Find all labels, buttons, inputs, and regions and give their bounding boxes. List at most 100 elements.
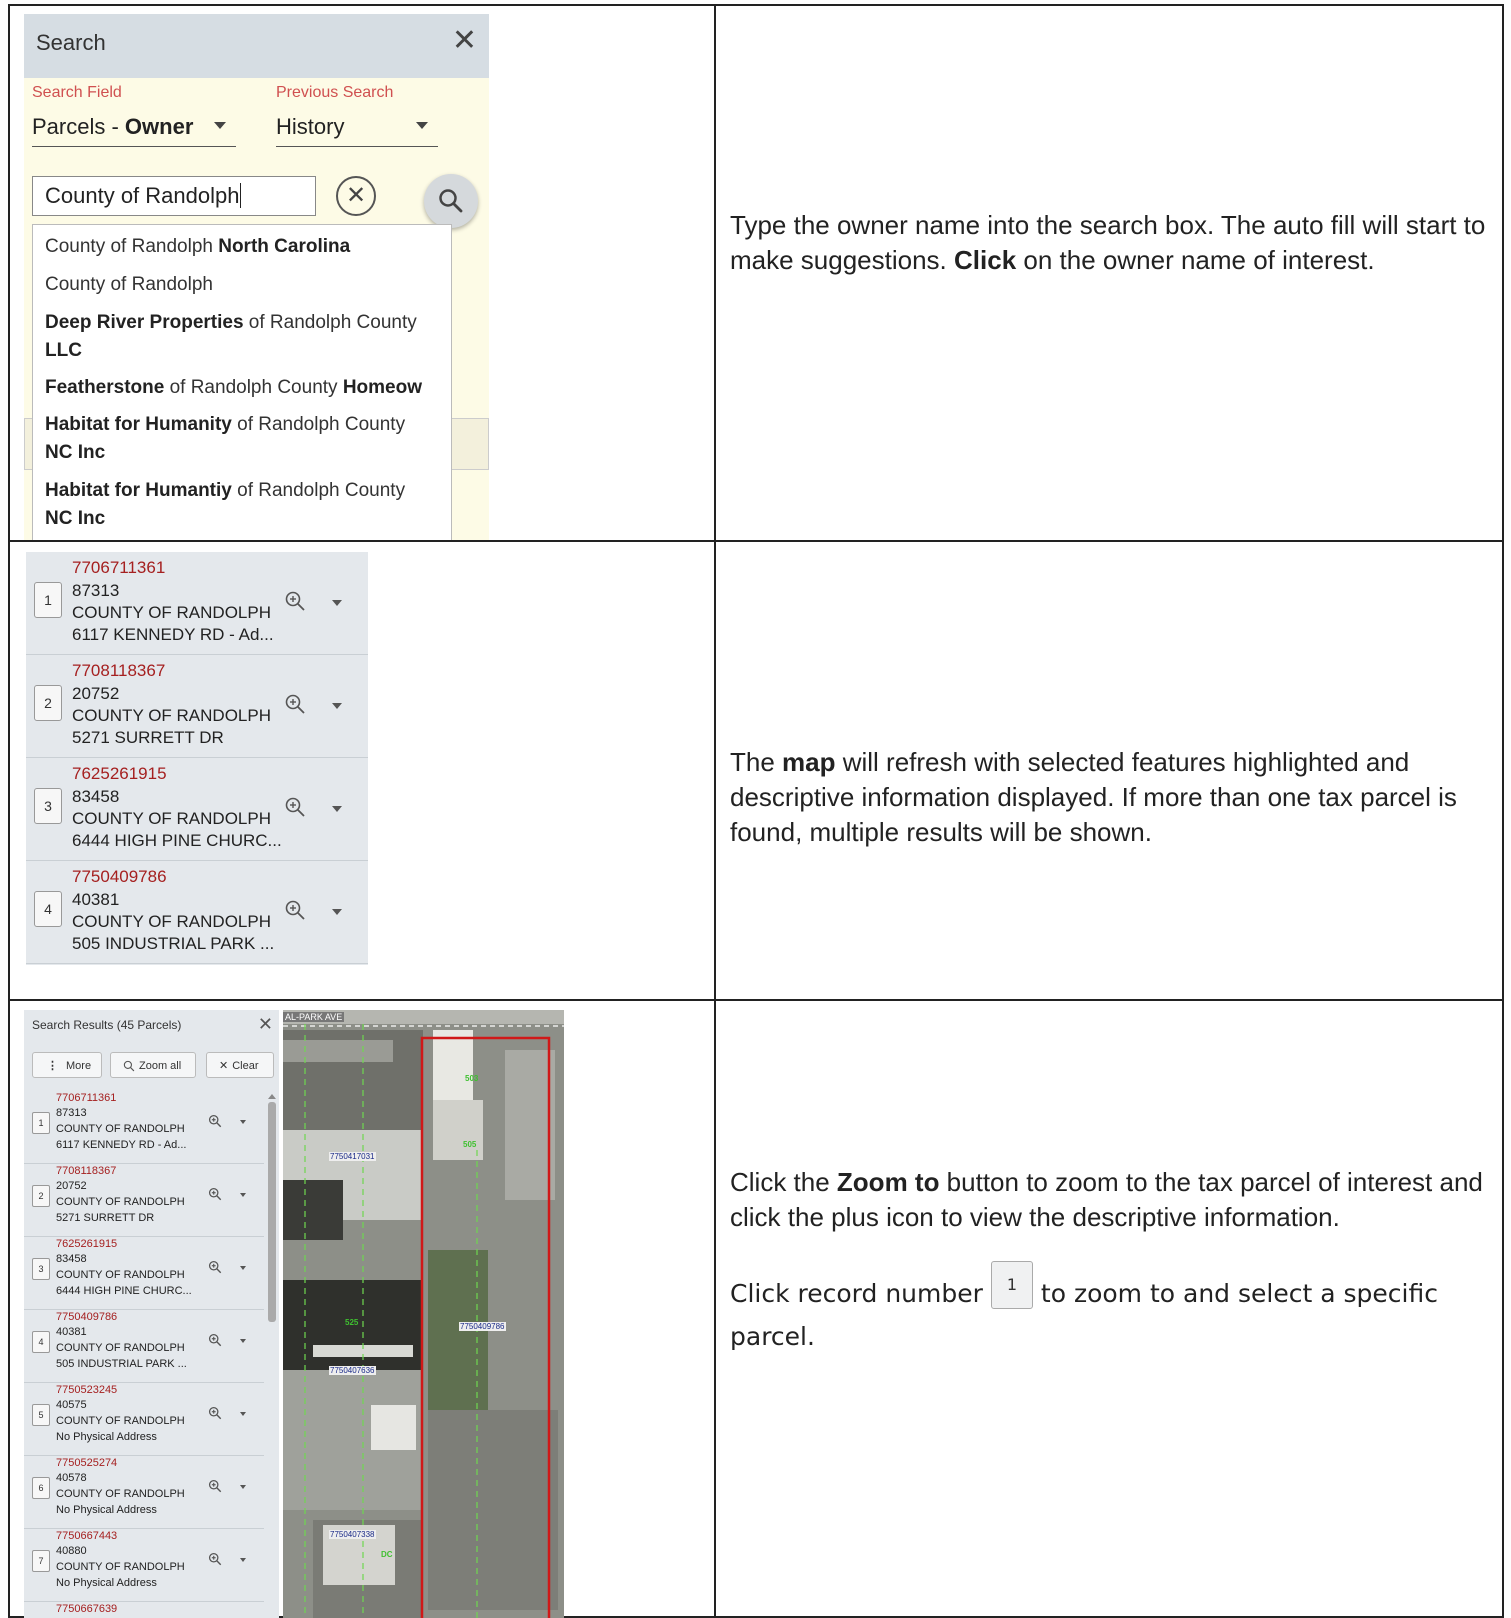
zoom-in-icon[interactable] — [284, 693, 306, 715]
parcel-id: 40578 — [56, 1472, 87, 1484]
zoom-in-icon[interactable] — [208, 1187, 222, 1201]
chevron-down-icon[interactable] — [332, 600, 342, 606]
parcel-pin[interactable]: 7625261915 — [56, 1238, 117, 1250]
parcel-pin[interactable]: 7706711361 — [56, 1092, 116, 1104]
record-number-button[interactable]: 5 — [32, 1404, 50, 1426]
result-row[interactable]: 7750525274 6 40578 COUNTY OF RANDOLPH No… — [24, 1455, 264, 1529]
record-number-button[interactable]: 4 — [34, 891, 62, 927]
previous-search-select[interactable]: History — [276, 114, 438, 147]
result-row[interactable]: 7750409786 4 40381 COUNTY OF RANDOLPH 50… — [24, 1309, 264, 1383]
instruction-emphasis: map — [782, 747, 836, 777]
zoom-in-icon[interactable] — [208, 1114, 222, 1128]
record-number-button[interactable]: 3 — [34, 788, 62, 824]
record-number-button[interactable]: 1 — [34, 582, 62, 618]
result-row[interactable]: 7708118367 2 20752 COUNTY OF RANDOLPH 52… — [26, 655, 368, 758]
result-row[interactable]: 7750409786 4 40381 COUNTY OF RANDOLPH 50… — [26, 861, 368, 964]
search-input[interactable]: County of Randolph — [32, 176, 316, 216]
close-icon[interactable]: ✕ — [258, 1014, 273, 1035]
parcel-owner: COUNTY OF RANDOLPH — [56, 1561, 185, 1573]
result-row[interactable]: 7706711361 1 87313 COUNTY OF RANDOLPH 61… — [26, 552, 368, 655]
parcel-pin[interactable]: 7708118367 — [56, 1165, 116, 1177]
suggestion-text: County of Randolph — [45, 236, 219, 257]
parcel-id: 87313 — [56, 1107, 87, 1119]
parcel-id: 83458 — [56, 1253, 87, 1265]
suggestion-item[interactable]: Habitat for Humanity of Randolph County N… — [45, 411, 440, 467]
clear-button[interactable]: ✕ Clear — [206, 1052, 274, 1078]
chevron-down-icon[interactable] — [240, 1412, 246, 1416]
parcel-pin[interactable]: 7625261915 — [72, 764, 167, 784]
record-number-button[interactable]: 1 — [32, 1112, 50, 1134]
parcel-pin[interactable]: 7706711361 — [72, 558, 165, 578]
search-field-select[interactable]: Parcels - Owner — [32, 114, 236, 147]
zoom-in-icon[interactable] — [208, 1406, 222, 1420]
instruction-emphasis: Click — [954, 245, 1017, 275]
parcel-pin[interactable]: 7750667639 — [56, 1603, 117, 1615]
suggestion-item[interactable]: County of Randolph North Carolina — [45, 233, 440, 261]
result-row[interactable]: 7706711361 1 87313 COUNTY OF RANDOLPH 61… — [24, 1090, 264, 1164]
parcel-pin[interactable]: 7750525274 — [56, 1457, 117, 1469]
suggestion-bold: North Carolina — [218, 236, 351, 257]
zoom-in-icon[interactable] — [284, 899, 306, 921]
results-title: Search Results (45 Parcels) — [32, 1018, 182, 1032]
record-number-button[interactable]: 2 — [34, 685, 62, 721]
result-row[interactable]: 7625261915 3 83458 COUNTY OF RANDOLPH 64… — [26, 758, 368, 861]
suggestion-bold: NC Inc — [45, 508, 106, 529]
record-number-button[interactable]: 3 — [32, 1258, 50, 1280]
record-number-button[interactable]: 7 — [32, 1550, 50, 1572]
record-number-button[interactable]: 2 — [32, 1185, 50, 1207]
suggestion-text: of Randolph County — [231, 414, 406, 435]
chevron-down-icon[interactable] — [240, 1193, 246, 1197]
zoom-in-icon[interactable] — [208, 1333, 222, 1347]
close-icon[interactable]: ✕ — [452, 26, 477, 56]
aerial-map[interactable]: AL-PARK AVE 7750417031 503 505 525 77504… — [283, 1010, 564, 1618]
parcel-pin[interactable]: 7750667443 — [56, 1530, 117, 1542]
suggestion-item[interactable]: Featherstone of Randolph County Homeow — [45, 374, 440, 402]
zoom-in-icon[interactable] — [208, 1552, 222, 1566]
record-number-button[interactable]: 6 — [32, 1477, 50, 1499]
search-field-value: Parcels - — [32, 114, 125, 139]
parcel-address: 505 INDUSTRIAL PARK ... — [72, 934, 275, 953]
chevron-down-icon[interactable] — [240, 1339, 246, 1343]
previous-search-label: Previous Search — [276, 84, 394, 101]
result-row[interactable]: 7708118367 2 20752 COUNTY OF RANDOLPH 52… — [24, 1163, 264, 1237]
aerial-imagery — [283, 1010, 564, 1618]
instruction-paragraph: Click the Zoom to button to zoom to the … — [730, 1165, 1490, 1235]
chevron-down-icon[interactable] — [240, 1266, 246, 1270]
more-button-label: More — [66, 1060, 92, 1072]
parcel-pin[interactable]: 7750409786 — [56, 1311, 117, 1323]
zoom-in-icon[interactable] — [208, 1479, 222, 1493]
result-row[interactable]: 7750523245 5 40575 COUNTY OF RANDOLPH No… — [24, 1382, 264, 1456]
chevron-down-icon[interactable] — [240, 1120, 246, 1124]
parcel-pin[interactable]: 7750523245 — [56, 1384, 117, 1396]
parcel-owner: COUNTY OF RANDOLPH — [72, 706, 271, 725]
result-row[interactable]: 7625261915 3 83458 COUNTY OF RANDOLPH 64… — [24, 1236, 264, 1310]
parcel-pin[interactable]: 7750409786 — [72, 867, 167, 887]
zoom-in-icon[interactable] — [208, 1260, 222, 1274]
more-button[interactable]: ⋮ More — [32, 1052, 102, 1078]
zoom-in-icon — [123, 1060, 135, 1072]
scroll-up-icon[interactable] — [268, 1094, 276, 1099]
parcel-pin[interactable]: 7708118367 — [72, 661, 165, 681]
zoom-in-icon[interactable] — [284, 796, 306, 818]
suggestion-item[interactable]: Habitat for Humantiy of Randolph County N… — [45, 477, 440, 533]
zoom-in-icon[interactable] — [284, 590, 306, 612]
chevron-down-icon[interactable] — [332, 703, 342, 709]
chevron-down-icon[interactable] — [240, 1558, 246, 1562]
scrollbar[interactable] — [268, 1102, 276, 1322]
zoom-all-button[interactable]: Zoom all — [110, 1052, 196, 1078]
clear-search-button[interactable]: ✕ — [336, 176, 376, 216]
parcel-id: 20752 — [72, 684, 120, 703]
instruction-text-part: Click the — [730, 1167, 837, 1197]
suggestion-item[interactable]: Deep River Properties of Randolph County… — [45, 309, 440, 365]
search-button[interactable] — [424, 174, 478, 228]
close-icon: ✕ — [219, 1060, 229, 1072]
chevron-down-icon[interactable] — [332, 806, 342, 812]
result-row[interactable]: 7750667443 7 40880 COUNTY OF RANDOLPH No… — [24, 1528, 264, 1602]
instruction-text: Type the owner name into the search box.… — [730, 208, 1490, 278]
search-input-value: County of Randolph — [45, 183, 240, 208]
record-number-button[interactable]: 4 — [32, 1331, 50, 1353]
chevron-down-icon[interactable] — [240, 1485, 246, 1489]
chevron-down-icon[interactable] — [332, 909, 342, 915]
suggestion-item[interactable]: County of Randolph — [45, 271, 440, 299]
suggestion-text: of Randolph County — [231, 480, 406, 501]
